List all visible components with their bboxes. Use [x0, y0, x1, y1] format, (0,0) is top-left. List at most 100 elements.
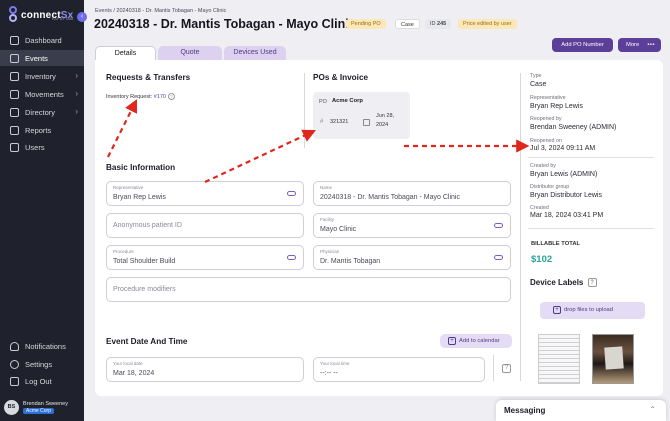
sidebar-item-directory[interactable]: Directory ›: [0, 104, 84, 120]
created-label: Created: [530, 205, 549, 211]
user-profile[interactable]: BS Brendan Sweeney Acme Corp: [4, 397, 80, 417]
field-label: Physician: [320, 249, 340, 254]
facility-field[interactable]: Facility Mayo Clinic: [313, 213, 511, 238]
chevron-up-icon[interactable]: ⌃: [649, 405, 656, 414]
price-edited-badge: Price edited by user: [458, 19, 517, 29]
patient-id-input[interactable]: Anonymous patient ID: [106, 213, 304, 238]
more-label: More: [626, 42, 640, 48]
sidebar-item-label: Users: [25, 142, 45, 152]
messaging-panel[interactable]: Messaging ⌃: [496, 400, 666, 421]
name-field[interactable]: Name 20240318 - Dr. Mantis Tobagan - May…: [313, 181, 511, 206]
field-value: Bryan Rep Lewis: [113, 194, 166, 201]
po-card[interactable]: PO Acme Corp # 321321 Jun 28, 2024: [313, 92, 410, 139]
tab-details[interactable]: Details: [95, 46, 156, 60]
more-button[interactable]: More •••: [618, 38, 661, 52]
field-value: Mayo Clinic: [320, 226, 357, 233]
page-title: 20240318 - Dr. Mantis Tobagan - Mayo Cli…: [94, 17, 356, 31]
help-icon[interactable]: ?: [587, 278, 597, 288]
box-icon: [10, 71, 19, 81]
brand-logo[interactable]: connectSx: [8, 6, 73, 24]
field-label: Name: [320, 185, 333, 190]
distributor-group-value: Bryan Distributor Lewis: [530, 192, 602, 199]
bell-icon: [10, 341, 19, 351]
field-value: --:-- --: [320, 370, 338, 377]
sidebar-item-label: Events: [25, 53, 48, 63]
sidebar-item-logout[interactable]: Log Out: [0, 373, 84, 389]
sidebar-item-dashboard[interactable]: Dashboard: [0, 32, 84, 48]
add-to-calendar-label: Add to calendar: [459, 338, 500, 344]
brand-tagline: RAP BY SMA: [52, 17, 74, 21]
procedure-field[interactable]: Procedure Total Shoulder Build: [106, 245, 304, 270]
sidebar-item-settings[interactable]: Settings: [0, 356, 84, 372]
sidebar-item-notifications[interactable]: Notifications: [0, 338, 84, 354]
logo-icon: [8, 6, 18, 24]
inventory-request-label: Inventory Request:: [106, 93, 153, 100]
field-label: Procedure: [113, 249, 134, 254]
physician-field[interactable]: Physician Dr. Mantis Tobagan: [313, 245, 511, 270]
calendar-icon: [10, 53, 19, 63]
tab-devices-used[interactable]: Devices Used: [224, 46, 286, 60]
sidebar-item-label: Directory: [25, 107, 56, 117]
sidebar-item-users[interactable]: Users: [0, 139, 84, 155]
calendar-icon: [363, 119, 370, 126]
logout-icon: [10, 376, 19, 386]
grid-icon: [10, 35, 19, 45]
sidebar-item-reports[interactable]: Reports: [0, 122, 84, 138]
field-label: Your local time: [320, 361, 350, 366]
user-org-badge: Acme Corp: [23, 407, 55, 414]
field-label: Your local date: [113, 361, 143, 366]
breadcrumb[interactable]: Events / 20240318 - Dr. Mantis Tobagan -…: [95, 8, 226, 14]
procedure-modifiers-input[interactable]: Procedure modifiers: [106, 277, 511, 302]
info-icon[interactable]: ?: [167, 93, 175, 100]
billable-total-value: $102: [531, 254, 553, 265]
billable-total-label: BILLABLE TOTAL: [531, 241, 581, 247]
add-po-number-button[interactable]: Add PO Number: [552, 38, 613, 52]
reopened-on-label: Reopened on: [530, 138, 562, 144]
id-badge: ID 245: [425, 19, 452, 29]
add-to-calendar-button[interactable]: + Add to calendar: [440, 334, 512, 348]
hash-icon: #: [320, 119, 324, 125]
chevron-left-icon[interactable]: ‹: [77, 12, 87, 22]
divider: [304, 73, 305, 148]
sidebar-item-events[interactable]: Events: [0, 50, 84, 66]
chevron-right-icon: ›: [75, 89, 78, 98]
po-label: PO: [319, 99, 327, 105]
field-value: Dr. Mantis Tobagan: [320, 258, 381, 265]
link-icon[interactable]: [287, 255, 296, 260]
basic-info-title: Basic Information: [106, 163, 176, 172]
device-label-thumbnail[interactable]: [592, 334, 634, 384]
field-label: Representative: [113, 185, 144, 190]
help-icon[interactable]: ?: [502, 364, 511, 373]
type-label: Type: [530, 73, 542, 79]
sidebar-item-movements[interactable]: Movements ›: [0, 86, 84, 102]
representative-label: Representative: [530, 95, 566, 101]
messaging-title: Messaging: [504, 406, 546, 415]
link-icon[interactable]: [494, 223, 503, 228]
more-dots-icon: •••: [647, 42, 655, 48]
local-date-field[interactable]: Your local date Mar 18, 2024: [106, 357, 304, 382]
local-time-field[interactable]: Your local time --:-- --: [313, 357, 485, 382]
link-icon[interactable]: [287, 191, 296, 196]
field-placeholder: Anonymous patient ID: [113, 222, 182, 229]
representative-field[interactable]: Representative Bryan Rep Lewis: [106, 181, 304, 206]
tab-quote[interactable]: Quote: [158, 46, 222, 60]
device-labels-title-text: Device Labels: [530, 278, 584, 287]
arrows-icon: [10, 89, 19, 99]
sidebar-item-inventory[interactable]: Inventory ›: [0, 68, 84, 84]
user-name: Brendan Sweeney: [23, 400, 68, 407]
divider: [493, 355, 494, 381]
book-icon: [10, 107, 19, 117]
upload-dropzone[interactable]: + drop files to upload: [540, 302, 645, 319]
avatar: BS: [4, 399, 19, 415]
sidebar-item-label: Log Out: [25, 376, 52, 386]
device-label-thumbnail[interactable]: [538, 334, 580, 384]
link-icon[interactable]: [494, 255, 503, 260]
divider: [520, 73, 521, 381]
divider: [528, 157, 654, 158]
inventory-request-link[interactable]: #170: [154, 94, 166, 100]
po-date: Jun 28, 2024: [376, 113, 395, 128]
sidebar-item-label: Movements: [25, 89, 64, 99]
po-org: Acme Corp: [332, 98, 363, 104]
id-label: ID: [430, 21, 436, 27]
type-badge: Case: [395, 19, 420, 29]
